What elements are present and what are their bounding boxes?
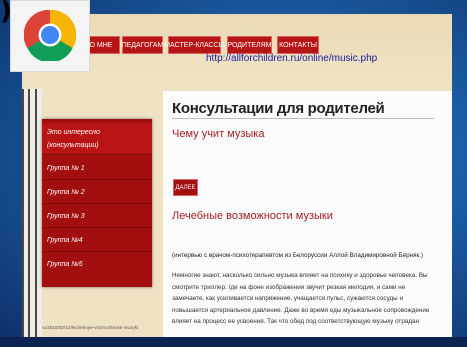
sidebar-item-group-3[interactable]: Группа № 3 [42, 205, 152, 228]
sidebar-item-interesting[interactable]: Это интересно (консультации) [42, 123, 152, 155]
page-title: Консультации для родителей [172, 100, 385, 117]
chrome-app-tile[interactable] [10, 0, 90, 72]
nav-item-contacts[interactable]: КОНТАКТЫ [277, 36, 319, 54]
article-title-music[interactable]: Чему учит музыка [172, 128, 264, 140]
sidebar-item-group-1[interactable]: Группа № 1 [42, 157, 152, 180]
sidebar-item-group-5[interactable]: Группа №5 [42, 253, 152, 276]
title-divider [172, 118, 434, 119]
nav-item-parents[interactable]: РОДИТЕЛЯМ [227, 36, 272, 54]
interview-note: (интервью с врачом-психотерапевтом из Бе… [172, 252, 424, 259]
sidebar-menu: Это интересно (консультации) Группа № 1 … [42, 119, 152, 287]
chrome-icon [24, 9, 76, 61]
status-url: ru/2015/02/12/lechebnye-vozmozhnosti-muz… [42, 325, 139, 330]
more-button[interactable]: ДАЛЕЕ [173, 179, 198, 196]
screen-bottom-edge [0, 337, 467, 347]
article-title-healing[interactable]: Лечебные возможности музыки [172, 210, 333, 222]
sidebar-item-group-4[interactable]: Группа №4 [42, 229, 152, 252]
nav-item-masterclasses[interactable]: МАСТЕР-КЛАССЫ [164, 36, 225, 54]
url-caption[interactable]: http://allforchildren.ru/online/music.ph… [206, 53, 377, 64]
corner-glyph: ) [0, 0, 12, 26]
piano-decoration [22, 89, 42, 347]
sidebar-item-group-2[interactable]: Группа № 2 [42, 181, 152, 204]
article-paragraph: Немногие знают, насколько сильно музыка … [172, 272, 430, 325]
nav-item-teachers[interactable]: ПЕДАГОГАМ [122, 36, 163, 54]
